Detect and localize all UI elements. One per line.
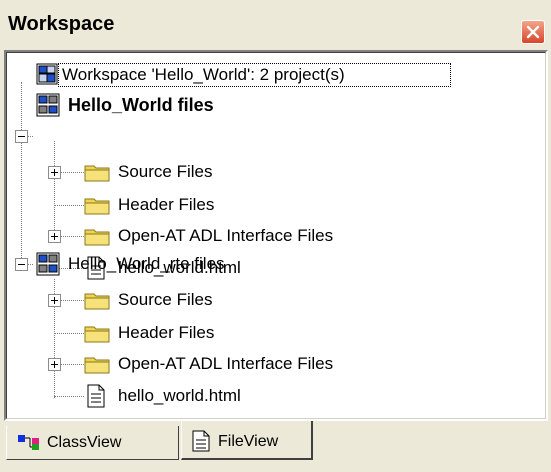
- view-tabs: ClassView FileView: [0, 421, 551, 472]
- tree-item-label: hello_world.html: [118, 386, 241, 405]
- project-hello-world[interactable]: Hello_World files: [6, 90, 536, 120]
- project-icon: [36, 252, 60, 276]
- tree-item-label: Source Files: [118, 290, 213, 309]
- folder-icon: [84, 198, 110, 215]
- tree-item-label: Open-AT ADL Interface Files: [118, 226, 334, 245]
- project-label: Hello_World_rte files: [68, 254, 225, 273]
- tree-item-source-files[interactable]: Source Files: [6, 285, 536, 315]
- window-title: Workspace: [8, 13, 115, 35]
- classview-icon: [18, 435, 39, 450]
- tab-label: FileView: [218, 433, 279, 450]
- folder-icon: [84, 357, 110, 374]
- tab-classview[interactable]: ClassView: [6, 426, 179, 460]
- tab-fileview[interactable]: FileView: [181, 421, 313, 460]
- tree-item-label: Header Files: [118, 195, 215, 214]
- folder-icon: [84, 165, 110, 182]
- tree-item-source-files[interactable]: Source Files: [6, 157, 536, 187]
- tree-item-adl-interface-files[interactable]: Open-AT ADL Interface Files: [6, 221, 536, 251]
- project-icon: [36, 93, 60, 117]
- tree-item-label: Source Files: [118, 162, 213, 181]
- tree-item-hello-world-html[interactable]: hello_world.html: [6, 381, 536, 411]
- tree-item-label: Open-AT ADL Interface Files: [118, 354, 334, 373]
- tree-item-header-files[interactable]: Header Files: [6, 190, 536, 220]
- project-label: Hello_World files: [68, 95, 214, 115]
- close-button[interactable]: [521, 20, 545, 44]
- tree-item-header-files[interactable]: Header Files: [6, 318, 536, 348]
- close-icon: [526, 25, 540, 39]
- title-bar: Workspace: [0, 0, 551, 50]
- workspace-icon: [36, 63, 58, 85]
- tree-root-item[interactable]: Workspace 'Hello_World': 2 project(s): [6, 60, 536, 90]
- fileview-icon: [192, 430, 210, 452]
- file-icon: [87, 384, 105, 408]
- folder-icon: [84, 326, 110, 343]
- file-tree[interactable]: Workspace 'Hello_World': 2 project(s) He…: [4, 50, 548, 421]
- tree-item-label: Header Files: [118, 323, 215, 342]
- tree-item-adl-interface-files[interactable]: Open-AT ADL Interface Files: [6, 349, 536, 379]
- folder-icon: [84, 293, 110, 310]
- tree-root-label: Workspace 'Hello_World': 2 project(s): [62, 65, 345, 84]
- folder-icon: [84, 229, 110, 246]
- collapse-toggle[interactable]: [15, 130, 28, 143]
- tab-label: ClassView: [47, 434, 122, 451]
- workspace-window: Workspace Workspace 'Hello_World': 2 pro…: [0, 0, 551, 472]
